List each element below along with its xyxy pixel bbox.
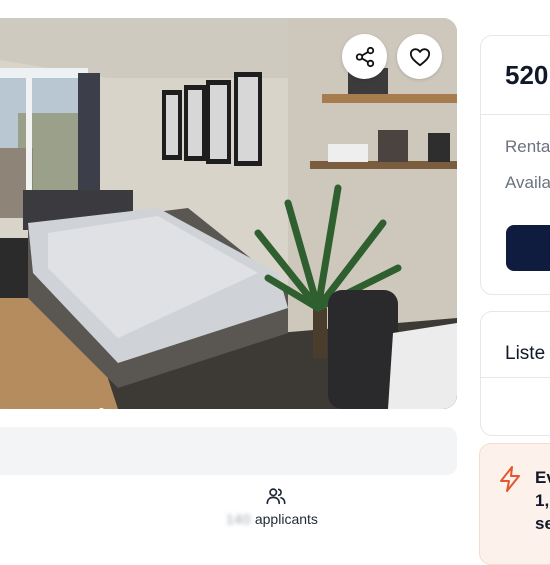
photo-gallery[interactable] [0, 18, 457, 409]
applicants-label: applicants [254, 511, 318, 527]
alert-card: Ev 1, se [479, 443, 550, 565]
alert-line: 1, [535, 491, 550, 510]
share-button[interactable] [342, 34, 387, 79]
listed-title: Liste [505, 343, 546, 364]
info-bar [0, 427, 457, 475]
people-icon [266, 488, 286, 505]
carousel-dot[interactable] [86, 408, 92, 409]
primary-cta-button[interactable] [506, 225, 550, 271]
share-icon [355, 46, 374, 67]
carousel-dot-active[interactable] [98, 408, 105, 409]
heart-icon [409, 47, 430, 66]
lightning-icon [500, 466, 520, 492]
favorite-button[interactable] [397, 34, 442, 79]
rent-label: Renta [505, 137, 550, 156]
availability-label: Availa [505, 173, 550, 192]
room-photo [0, 18, 457, 409]
alert-line: Ev [535, 468, 550, 487]
alert-line: se [535, 514, 550, 533]
carousel-dot[interactable] [74, 408, 80, 409]
carousel-dot[interactable] [62, 408, 68, 409]
divider [481, 114, 550, 115]
price: 520 [505, 60, 549, 90]
carousel-dots [62, 408, 105, 409]
divider [481, 377, 550, 378]
price-card: 520 Renta Availa [480, 35, 550, 295]
listed-card: Liste [480, 311, 550, 436]
applicants-count: 140 applicants [226, 511, 318, 527]
alert-text: Ev 1, se [535, 466, 550, 535]
applicants-number: 140 [226, 511, 251, 527]
